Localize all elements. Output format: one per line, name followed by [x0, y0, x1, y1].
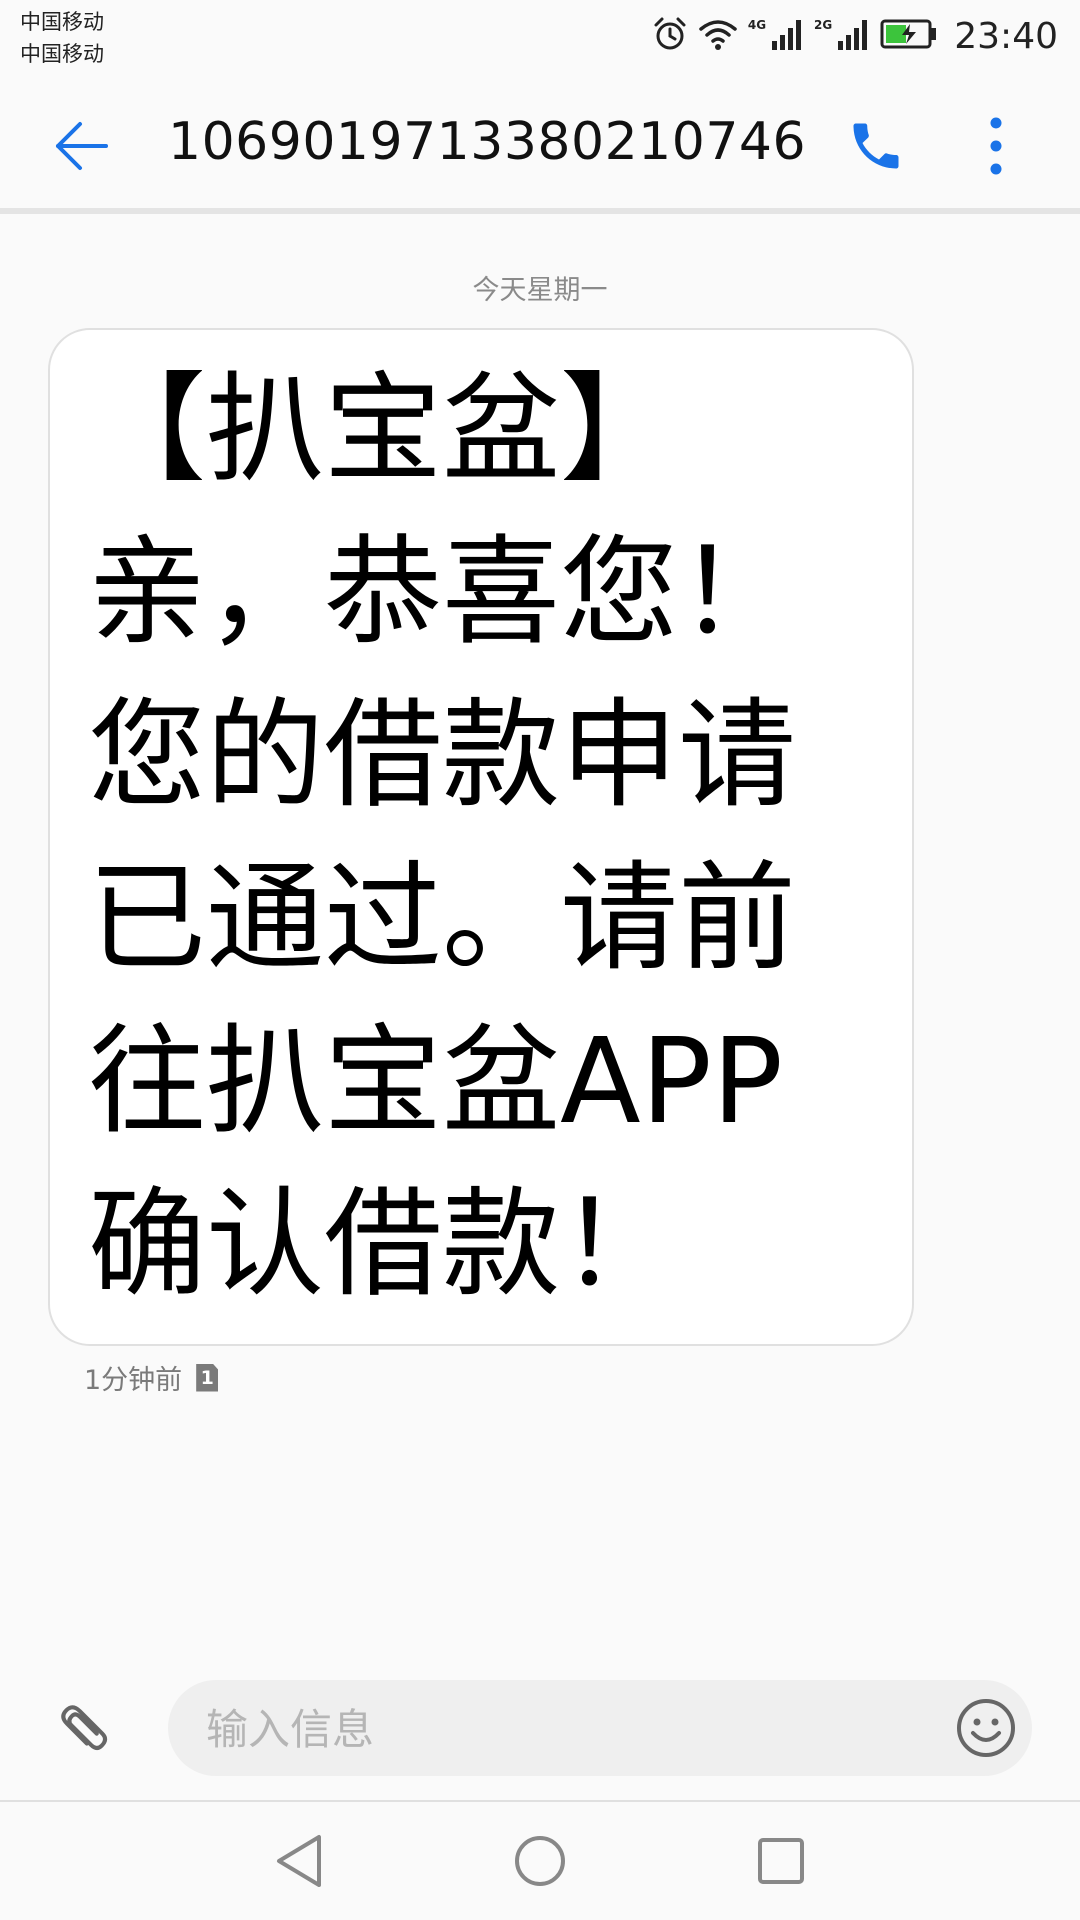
battery-charging-icon	[880, 18, 938, 54]
paperclip-icon	[61, 1705, 108, 1750]
status-bar: 中国移动 中国移动 4G 2G 23:40	[0, 0, 1080, 75]
system-nav-bar	[0, 1802, 1080, 1920]
nav-home-icon	[515, 1836, 565, 1886]
call-button[interactable]	[842, 112, 910, 180]
carrier-label-1: 中国移动	[20, 10, 104, 34]
more-options-button[interactable]	[966, 112, 1026, 180]
signal-icon	[836, 17, 870, 55]
more-vert-icon	[990, 117, 1002, 175]
emoji-icon	[957, 1699, 1015, 1757]
nav-recents-icon	[758, 1838, 804, 1884]
phone-icon	[853, 123, 899, 169]
message-input[interactable]	[204, 1680, 908, 1778]
attach-button[interactable]	[50, 1694, 118, 1762]
status-icons: 4G 2G 23:40	[652, 10, 1058, 62]
carrier-label-2: 中国移动	[20, 42, 104, 66]
header-divider	[0, 208, 1080, 214]
back-arrow-icon	[56, 122, 108, 170]
network-type-1: 4G	[747, 18, 767, 32]
nav-recents-button[interactable]	[748, 1828, 814, 1894]
message-input-container	[168, 1680, 1032, 1778]
sim-number: 1	[200, 1366, 214, 1389]
nav-back-button[interactable]	[266, 1828, 332, 1894]
message-bubble[interactable]: 【扒宝盆】亲，恭喜您！您的借款申请已通过。请前往扒宝盆APP确认借款！	[48, 328, 914, 1346]
nav-home-button[interactable]	[507, 1828, 573, 1894]
network-type-2: 2G	[814, 18, 833, 32]
wifi-icon	[698, 17, 738, 55]
emoji-button[interactable]	[952, 1694, 1020, 1762]
message-timestamp: 1分钟前	[84, 1365, 183, 1396]
clock: 23:40	[954, 15, 1058, 57]
nav-back-icon	[277, 1835, 321, 1887]
conversation-header: 1069019713380210746	[0, 80, 1080, 210]
signal-icon	[770, 17, 804, 55]
message-meta: 1分钟前 1	[84, 1358, 219, 1397]
contact-title: 1069019713380210746	[168, 112, 807, 172]
back-button[interactable]	[50, 114, 114, 178]
message-text: 【扒宝盆】亲，恭喜您！您的借款申请已通过。请前往扒宝盆APP确认借款！	[88, 360, 797, 1313]
sim-card-icon: 1	[196, 1363, 219, 1392]
alarm-icon	[652, 16, 688, 56]
date-separator: 今天星期一	[472, 275, 608, 306]
